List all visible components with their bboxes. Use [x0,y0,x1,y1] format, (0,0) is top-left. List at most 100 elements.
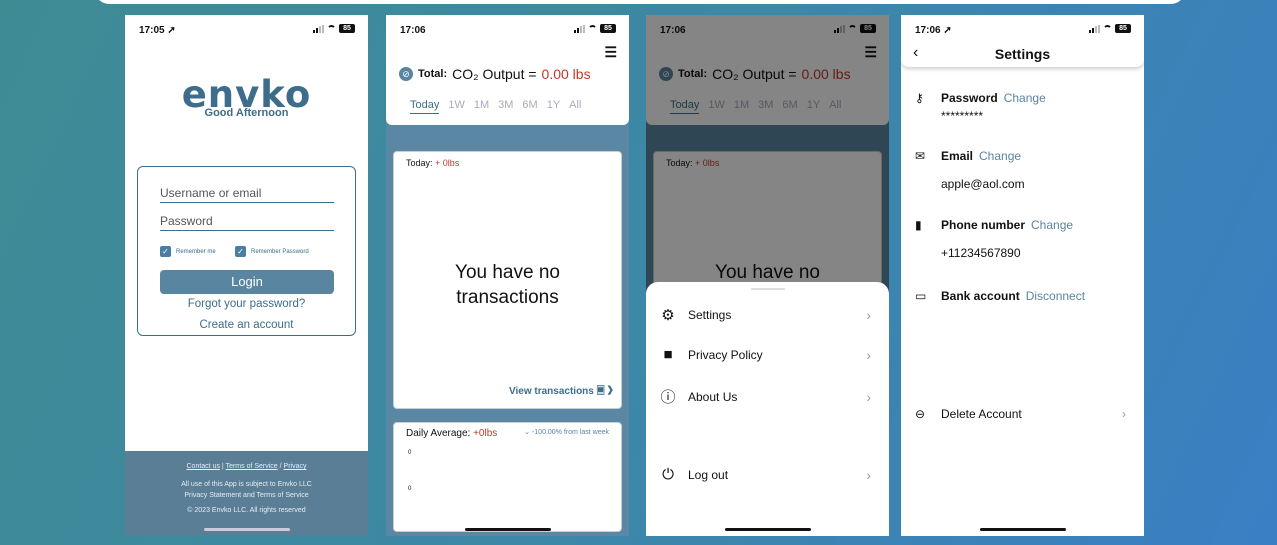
page-title: Settings [994,46,1051,62]
menu-item-label: Settings [688,308,732,322]
top-bar [95,0,1185,4]
menu-item-logout[interactable]: ⏻ Log out › [658,466,871,483]
check-icon: ✓ [160,246,171,257]
dashboard-screen: 17:06 85 ☰ ⊘ Total: CO₂ Output = 0.00 lbs T… [386,15,629,536]
menu-item-label: About Us [688,389,738,404]
axis-tick-top: 0 [408,450,412,456]
wifi-icon [1103,25,1112,32]
change-email-link[interactable]: Change [979,149,1021,163]
tab-1w[interactable]: 1W [448,99,465,114]
username-input[interactable]: Username or email [160,186,334,203]
create-account-link[interactable]: Create an account [138,319,355,331]
password-input[interactable]: Password [160,214,334,231]
change-phone-link[interactable]: Change [1031,218,1073,232]
empty-state-line-2: transactions [456,287,559,308]
hamburger-menu-icon[interactable]: ☰ [604,44,617,61]
menu-screen: 17:06 85 ☰ ⊘ Total: CO₂ Output = 0.00 lbs T… [646,15,889,536]
today-card: Today: + 0lbs You have no transactions Vi… [393,151,622,409]
signal-icon [1089,24,1100,33]
view-transactions-link[interactable]: View transactions 🗏 ❯ [509,384,613,401]
battery-icon: 85 [339,24,355,33]
chevron-right-icon: › [866,388,871,405]
lock-icon: ■ [663,346,673,363]
total-co2: ⊘ Total: CO₂ Output = 0.00 lbs [399,66,591,82]
terms-link[interactable]: Terms of Service [226,463,278,470]
copyright: © 2023 Envko LLC. All rights reserved [187,507,306,514]
tab-6m[interactable]: 6M [522,99,537,114]
battery-icon: 85 [1115,24,1131,33]
phone-label: Phone number [941,218,1026,232]
signal-icon [574,24,585,33]
summary-header: 17:06 85 ☰ ⊘ Total: CO₂ Output = 0.00 lbs T… [386,15,629,125]
wifi-icon [588,25,597,32]
remember-me-checkbox[interactable]: ✓ Remember me [160,246,216,257]
footer-line-1: All use of this App is subject to Envko … [181,481,312,488]
key-icon: ⚷ [915,91,924,105]
home-indicator [979,528,1066,531]
power-icon: ⏻ [662,466,674,483]
settings-header: 17:06 ➚ 85 ‹ Settings [901,15,1144,67]
gear-icon: ⚙ [661,307,675,324]
menu-item-about[interactable]: ⓘ About Us › [658,386,871,407]
receipt-icon: 🗏 [596,386,605,397]
battery-icon: 85 [600,24,616,33]
card-icon: ▭ [915,289,927,303]
axis-tick-bottom: 0 [408,486,412,492]
tab-3m[interactable]: 3M [498,99,513,114]
view-transactions-label: View transactions [509,386,594,397]
privacy-link[interactable]: Privacy [284,463,307,470]
status-bar: 17:06 85 [386,15,629,45]
tab-1m[interactable]: 1M [474,99,489,114]
chevron-down-icon: ⌄ [524,429,530,436]
chevron-right-icon: › [866,466,871,483]
daily-average-card: Daily Average: +0lbs ⌄ -100.00% from las… [393,422,622,532]
footer-line-2: Privacy Statement and Terms of Service [184,492,309,499]
menu-sheet: ⚙ Settings › ■ Privacy Policy › ⓘ About Us › ⏻… [646,282,889,536]
tab-1y[interactable]: 1Y [547,99,560,114]
menu-item-label: Log out [688,467,729,482]
disconnect-bank-link[interactable]: Disconnect [1026,289,1085,303]
login-screen: 17:05 ➚ 85 envko Good Afternoon Username… [125,15,368,536]
login-button[interactable]: Login [160,270,334,294]
empty-state-line-1: You have no [455,262,560,283]
password-label: Password [941,91,998,105]
wifi-icon [327,25,336,32]
phone-icon: ▮ [915,218,922,232]
change-password-link[interactable]: Change [1004,91,1046,105]
email-label: Email [941,149,974,163]
status-time: 17:05 ➚ [139,25,176,36]
menu-item-privacy[interactable]: ■ Privacy Policy › [658,346,871,363]
status-bar: 17:05 ➚ 85 [125,15,368,45]
contact-link[interactable]: Contact us [187,463,220,470]
daily-average-value: +0lbs [473,428,498,439]
settings-screen: 17:06 ➚ 85 ‹ Settings ⚷ Password Change *… [901,15,1144,536]
greeting: Good Afternoon [204,107,289,119]
remember-password-label: Remember Password [251,248,309,255]
delete-account-label: Delete Account [941,407,1022,421]
status-time: 17:06 ➚ [915,25,952,36]
email-value: apple@aol.com [941,177,1025,191]
home-indicator [464,528,551,531]
status-bar: 17:06 ➚ 85 [901,15,1144,45]
menu-item-settings[interactable]: ⚙ Settings › [658,306,871,324]
password-value: ********* [941,109,984,123]
daily-average-label: Daily Average: [406,428,471,439]
tab-today[interactable]: Today [410,99,440,114]
minus-circle-icon: ⊖ [915,407,926,421]
chevron-right-icon: › [1122,407,1126,421]
tab-all[interactable]: All [569,99,581,114]
remember-me-label: Remember me [176,248,216,255]
home-indicator [203,528,290,531]
today-label: Today: [406,158,433,168]
period-tabs: Today 1W 1M 3M 6M 1Y All [410,99,581,114]
info-icon: ⓘ [660,389,676,406]
phone-value: +11234567890 [941,246,1021,260]
leaf-icon: ⊘ [399,67,413,81]
sheet-handle[interactable] [750,288,785,290]
footer: Contact us | Terms of Service / Privacy … [125,451,368,536]
remember-password-checkbox[interactable]: ✓ Remember Password [235,246,309,257]
mail-icon: ✉ [915,149,926,163]
login-card: Username or email Password ✓ Remember me … [137,166,356,336]
forgot-password-link[interactable]: Forgot your password? [138,298,355,310]
co2-label: CO₂ Output = [452,66,537,82]
